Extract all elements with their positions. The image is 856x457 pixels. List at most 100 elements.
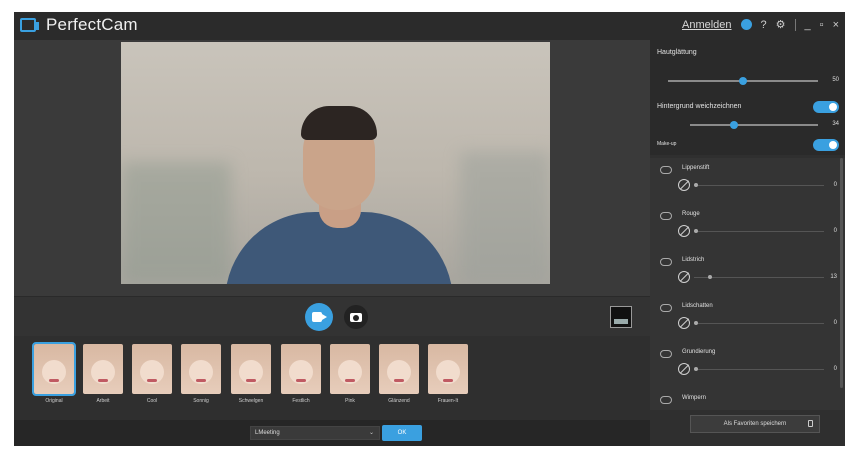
filter-thumbnail xyxy=(181,344,221,394)
meeting-app-dropdown[interactable]: LMeeting ⌄ xyxy=(250,426,380,440)
minimize-button[interactable]: _ xyxy=(805,19,811,31)
feature-slider[interactable] xyxy=(694,275,824,279)
disabled-icon[interactable] xyxy=(678,363,690,375)
feature-name: Wimpern xyxy=(682,395,707,401)
background-blur-value: 34 xyxy=(832,121,839,127)
feature-name: Grundierung xyxy=(682,349,716,355)
feature-slider-handle[interactable] xyxy=(694,367,698,371)
filter-thumbnail xyxy=(379,344,419,394)
filter-pink[interactable]: Pink xyxy=(328,344,372,404)
gallery-icon[interactable] xyxy=(610,306,632,328)
capture-controls xyxy=(14,296,650,337)
account-icon[interactable] xyxy=(740,19,752,30)
filter-cool[interactable]: Cool xyxy=(130,344,174,404)
camera-stage xyxy=(14,40,650,296)
filter-festlich[interactable]: Festlich xyxy=(279,344,323,404)
lips-icon xyxy=(660,166,672,174)
feature-slider-handle[interactable] xyxy=(694,229,698,233)
video-camera-icon xyxy=(312,312,327,322)
ok-button[interactable]: OK xyxy=(382,425,422,441)
filter-original[interactable]: Original xyxy=(32,342,76,404)
photo-camera-icon xyxy=(350,313,362,322)
filter-label: Festlich xyxy=(292,398,310,404)
filter-sonnig[interactable]: Sonnig xyxy=(179,344,223,404)
filter-thumbnail xyxy=(231,344,271,394)
feature-slider[interactable] xyxy=(694,229,824,233)
maximize-button[interactable]: ▫ xyxy=(820,19,824,31)
effects-panel: Hautglättung 50 Hintergrund weichzeichne… xyxy=(650,40,845,446)
feature-blush[interactable]: Rouge 0 xyxy=(650,208,845,254)
feature-slider[interactable] xyxy=(694,321,824,325)
panel-top-section: Hautglättung 50 Hintergrund weichzeichne… xyxy=(650,40,845,155)
filter-label: Original xyxy=(45,398,63,404)
camera-logo-icon xyxy=(20,18,39,32)
filter-schwelgen[interactable]: Schwelgen xyxy=(229,344,273,404)
makeup-feature-list: Lippenstift 0 Rouge 0 Lidstrich 13 Lidsc… xyxy=(650,158,845,410)
video-mode-button[interactable] xyxy=(305,303,333,331)
blurred-background-left xyxy=(121,162,231,284)
chevron-down-icon: ⌄ xyxy=(368,430,374,436)
camera-preview xyxy=(121,42,550,284)
feature-value: 0 xyxy=(833,320,837,326)
feature-value: 0 xyxy=(833,182,837,188)
feature-name: Lidstrich xyxy=(682,257,705,263)
filter-thumbnail xyxy=(428,344,468,394)
filter-frauen-it[interactable]: Frauen-It xyxy=(426,344,470,404)
lock-icon xyxy=(808,420,813,427)
background-blur-toggle[interactable] xyxy=(813,101,839,113)
photo-mode-button[interactable] xyxy=(344,305,368,329)
makeup-label: Make-up xyxy=(657,141,677,147)
filter-label: Schwelgen xyxy=(238,398,264,404)
feature-value: 13 xyxy=(830,274,837,280)
eyelid-icon xyxy=(660,304,672,312)
filter-thumbnail xyxy=(83,344,123,394)
disabled-icon[interactable] xyxy=(678,271,690,283)
disabled-icon[interactable] xyxy=(678,317,690,329)
feature-value: 0 xyxy=(833,228,837,234)
help-icon[interactable]: ? xyxy=(761,19,767,31)
save-favorites-button[interactable]: Als Favoriten speichern xyxy=(690,415,820,433)
filter-glaenzend[interactable]: Glänzend xyxy=(377,344,421,404)
disabled-icon[interactable] xyxy=(678,225,690,237)
feature-eyeliner[interactable]: Lidstrich 13 xyxy=(650,254,845,300)
skin-smoothing-slider[interactable] xyxy=(668,77,818,85)
filter-label: Glänzend xyxy=(388,398,410,404)
login-link[interactable]: Anmelden xyxy=(682,19,732,31)
panel-scrollbar[interactable] xyxy=(840,158,843,388)
feature-foundation[interactable]: Grundierung 0 xyxy=(650,346,845,392)
filter-label: Frauen-It xyxy=(437,398,459,404)
filter-thumbnail xyxy=(132,344,172,394)
close-button[interactable]: × xyxy=(833,19,839,31)
feature-lipstick[interactable]: Lippenstift 0 xyxy=(650,162,845,208)
feature-slider[interactable] xyxy=(694,183,824,187)
feature-slider-handle[interactable] xyxy=(708,275,712,279)
skin-smoothing-handle[interactable] xyxy=(739,77,747,85)
dropdown-value: LMeeting xyxy=(255,430,280,436)
filter-label: Arbeit xyxy=(96,398,110,404)
titlebar-controls: Anmelden ? ⚙ _ ▫ × xyxy=(682,18,839,31)
disabled-icon[interactable] xyxy=(678,179,690,191)
filter-thumbnail xyxy=(32,342,76,396)
background-blur-label: Hintergrund weichzeichnen xyxy=(657,103,742,110)
titlebar-divider xyxy=(794,18,796,31)
feature-eyeshadow[interactable]: Lidschatten 0 xyxy=(650,300,845,346)
brush-icon xyxy=(660,212,672,220)
feature-name: Lidschatten xyxy=(682,303,713,309)
makeup-toggle[interactable] xyxy=(813,139,839,151)
feature-slider-handle[interactable] xyxy=(694,183,698,187)
background-blur-slider[interactable] xyxy=(690,121,818,129)
skin-smoothing-value: 50 xyxy=(832,77,839,83)
filter-label: Pink xyxy=(345,398,355,404)
filter-arbeit[interactable]: Arbeit xyxy=(81,344,125,404)
bottom-bar: LMeeting ⌄ OK xyxy=(14,420,650,446)
feature-eyelashes[interactable]: Wimpern xyxy=(650,392,845,410)
filter-label: Sonnig xyxy=(193,398,209,404)
perfectcam-window: PerfectCam Anmelden ? ⚙ _ ▫ × Original A… xyxy=(14,12,845,446)
feature-slider[interactable] xyxy=(694,367,824,371)
feature-slider-handle[interactable] xyxy=(694,321,698,325)
filter-strip: Original Arbeit Cool Sonnig Schwelgen Fe… xyxy=(14,336,650,420)
settings-icon[interactable]: ⚙ xyxy=(776,18,786,31)
background-blur-handle[interactable] xyxy=(730,121,738,129)
title-bar: PerfectCam Anmelden ? ⚙ _ ▫ × xyxy=(14,12,845,40)
filter-label: Cool xyxy=(146,398,158,404)
